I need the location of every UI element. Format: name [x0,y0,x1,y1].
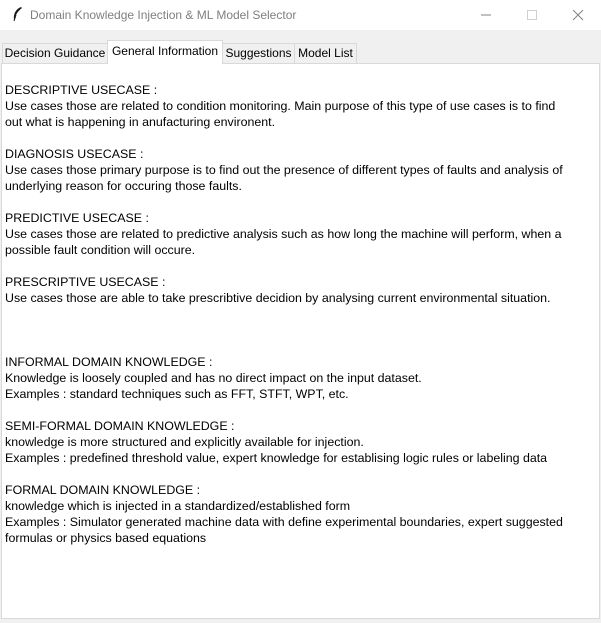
usecase-description: Use cases those are related to predictiv… [5,227,562,241]
minimize-icon [481,14,491,16]
tab-general-information[interactable]: General Information [107,40,223,64]
usecase-description: underlying reason for occuring those fau… [5,179,242,193]
knowledge-heading: INFORMAL DOMAIN KNOWLEDGE : [5,355,213,369]
tab-suggestions[interactable]: Suggestions [222,43,295,63]
usecase-description: possible fault condition will occure. [5,243,196,257]
close-button[interactable] [555,0,601,30]
knowledge-description: Knowledge is loosely coupled and has no … [5,371,422,385]
window-bottom-edge [0,619,601,623]
tab-model-list[interactable]: Model List [294,43,357,63]
knowledge-heading: SEMI-FORMAL DOMAIN KNOWLEDGE : [5,419,235,433]
usecase-description: Use cases those are able to take prescri… [5,291,551,305]
knowledge-description: knowledge is more structured and explici… [5,435,364,449]
close-icon [572,9,584,21]
tab-bar: Decision Guidance General Information Su… [0,30,601,64]
maximize-button[interactable] [509,0,555,30]
maximize-icon [527,10,537,20]
minimize-button[interactable] [463,0,509,30]
usecase-heading: DIAGNOSIS USECASE : [5,147,144,161]
title-bar: Domain Knowledge Injection & ML Model Se… [0,0,601,30]
knowledge-description: formulas or physics based equations [5,531,207,545]
knowledge-heading: FORMAL DOMAIN KNOWLEDGE : [5,483,201,497]
usecase-description: Use cases those primary purpose is to fi… [5,163,563,177]
usecase-heading: DESCRIPTIVE USECASE : [5,83,158,97]
knowledge-description: Examples : standard techniques such as F… [5,387,349,401]
info-text: DESCRIPTIVE USECASE : Use cases those ar… [5,82,597,546]
window-title: Domain Knowledge Injection & ML Model Se… [30,8,297,22]
feather-icon [10,6,24,22]
usecase-heading: PREDICTIVE USECASE : [5,211,149,225]
tab-decision-guidance[interactable]: Decision Guidance [2,43,108,63]
usecase-description: Use cases those are related to condition… [5,99,556,113]
usecase-description: out what is happening in anufacturing en… [5,115,276,129]
usecase-heading: PRESCRIPTIVE USECASE : [5,275,166,289]
knowledge-description: Examples : predefined threshold value, e… [5,451,548,465]
general-information-panel: DESCRIPTIVE USECASE : Use cases those ar… [1,63,600,619]
knowledge-description: knowledge which is injected in a standar… [5,499,351,513]
knowledge-description: Examples : Simulator generated machine d… [5,515,563,529]
